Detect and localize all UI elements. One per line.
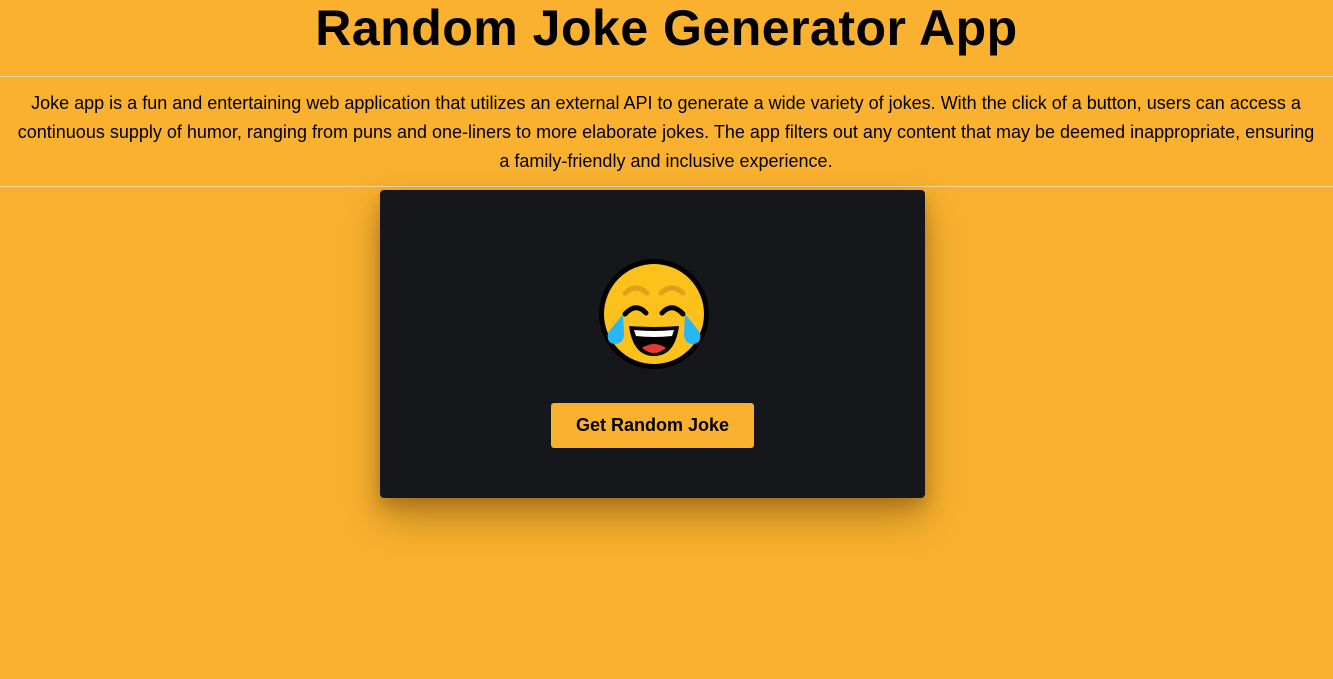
top-divider <box>0 76 1333 77</box>
joke-card: Get Random Joke <box>380 190 925 498</box>
face-with-tears-of-joy-icon <box>599 259 709 369</box>
app-description: Joke app is a fun and entertaining web a… <box>17 93 1315 171</box>
bottom-divider <box>0 186 1333 187</box>
get-random-joke-button[interactable]: Get Random Joke <box>551 403 754 448</box>
page-title: Random Joke Generator App <box>315 0 1018 56</box>
